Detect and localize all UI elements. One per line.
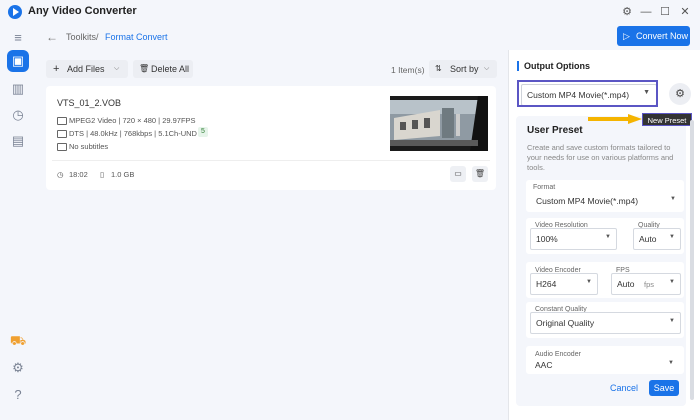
collapse-menu-icon[interactable]: ≡ [9,29,27,47]
breadcrumb-separator: / [96,32,99,42]
new-preset-tooltip: New Preset [642,113,692,126]
plus-icon: + [53,63,60,75]
delete-all-button[interactable]: 🗑 Delete All [133,60,193,78]
audio-info: DTS | 48.0kHz | 768kbps | 5.1Ch-UND [69,129,197,138]
clock-icon: ◷ [57,170,64,179]
sort-by-button[interactable]: ⇅ Sort by ⌵ [429,60,497,78]
file-duration: 18:02 [69,170,88,179]
video-icon [57,117,67,125]
trash-icon: 🗑 [139,64,150,73]
subtitle-info: No subtitles [69,142,109,151]
chevron-down-icon: ▼ [669,279,675,285]
chevron-down-icon: ▼ [669,318,675,324]
chevron-down-icon: ▼ [669,234,675,240]
chevron-down-icon: ⌵ [484,65,490,72]
sort-icon: ⇅ [435,64,442,73]
audio-track-count-badge[interactable]: 5 [198,127,208,137]
items-count: 1 Item(s) [391,65,425,75]
file-size-icon: ▯ [100,170,105,179]
audio-encoder-select[interactable]: AAC ▼ [530,357,679,373]
chevron-down-icon: ▼ [670,196,676,202]
annotation-arrow-icon [588,114,642,124]
app-logo-icon [8,5,22,19]
minimize-button[interactable]: — [637,3,655,21]
video-resolution-select[interactable]: 100% ▼ [530,228,617,250]
panel-scrollbar[interactable] [690,120,694,400]
save-button[interactable]: Save [649,380,679,396]
new-preset-gear-icon[interactable]: ⚙ [669,83,691,105]
tasks-icon[interactable]: ▤ [9,132,27,150]
title-bar: Any Video Converter ⚙ — ☐ ✕ [0,0,700,24]
format-label: Format [533,184,556,191]
toolbox-icon[interactable]: ▣ [7,50,29,72]
header: ← Toolkits / Format Convert [36,24,700,50]
convert-now-button[interactable]: ▷ Convert Now [617,26,690,46]
chevron-down-icon: ▼ [586,279,592,285]
user-preset-description: Create and save custom formats tailored … [527,143,674,172]
help-icon[interactable]: ? [9,386,27,404]
constant-quality-select[interactable]: Original Quality ▼ [530,312,681,334]
breadcrumb-toolkits[interactable]: Toolkits [66,32,96,42]
settings-icon[interactable]: ⚙ [618,3,636,21]
sidebar: ≡ ▣ ▥ ◷ ▤ ⛟ ⚙ ? [0,24,36,420]
cancel-button[interactable]: Cancel [605,380,643,396]
format-select[interactable]: Custom MP4 Movie(*.mp4) ▼ [531,191,681,211]
chevron-down-icon: ▼ [668,360,674,366]
library-icon[interactable]: ▥ [9,80,27,98]
output-options-title: Output Options [524,61,590,71]
video-info: MPEG2 Video | 720 × 480 | 29.97FPS [69,116,196,125]
settings-gear-icon[interactable]: ⚙ [9,359,27,377]
fps-select[interactable]: Auto fps ▼ [611,273,681,295]
video-thumbnail[interactable] [390,96,488,151]
card-divider [52,160,490,161]
highlight-annotation [517,80,658,107]
cart-icon[interactable]: ⛟ [9,332,27,350]
back-arrow-icon[interactable]: ← [46,30,58,44]
open-folder-icon[interactable]: ▭ [450,166,466,182]
add-files-button[interactable]: + Add Files ⌵ [46,60,128,78]
file-name: VTS_01_2.VOB [57,98,122,108]
chevron-down-icon: ⌵ [114,65,120,72]
quality-select[interactable]: Auto ▼ [633,228,681,250]
video-encoder-select[interactable]: H264 ▼ [530,273,598,295]
subtitle-icon [57,143,67,151]
play-icon: ▷ [623,31,630,41]
file-size: 1.0 GB [111,170,135,179]
user-preset-title: User Preset [527,125,583,136]
audio-icon [57,130,67,138]
maximize-button[interactable]: ☐ [656,3,674,21]
history-clock-icon[interactable]: ◷ [9,106,27,124]
chevron-down-icon: ▼ [605,234,611,240]
delete-file-icon[interactable]: 🗑 [472,166,488,182]
app-title: Any Video Converter [28,5,137,17]
section-marker [517,61,519,71]
breadcrumb-current: Format Convert [105,32,168,42]
close-button[interactable]: ✕ [676,3,694,21]
